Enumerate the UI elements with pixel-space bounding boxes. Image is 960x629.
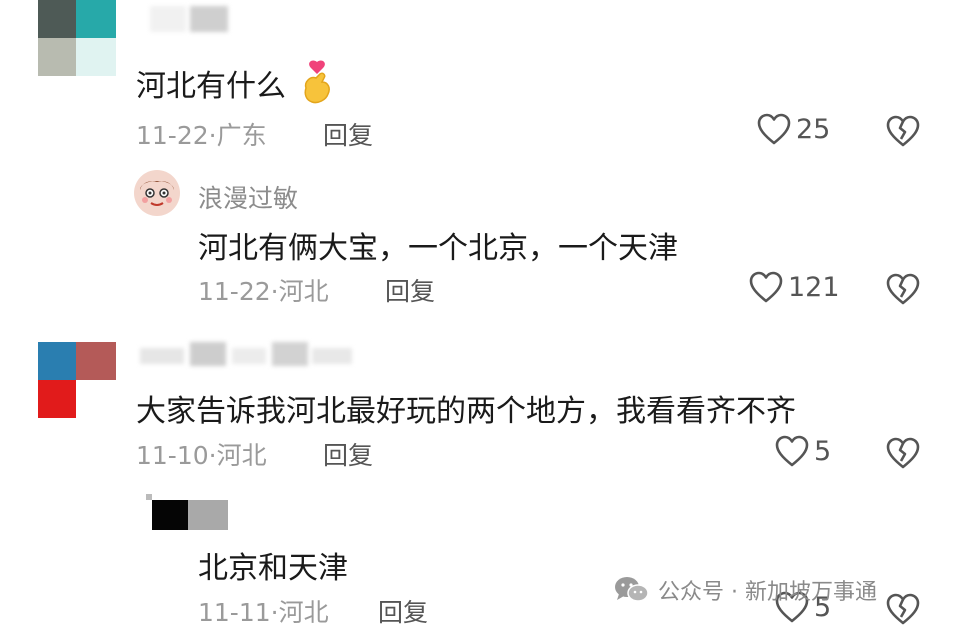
heart-outline-icon (757, 113, 791, 145)
username-redacted[interactable] (150, 6, 230, 32)
like-count: 121 (788, 271, 840, 303)
broken-heart-icon[interactable] (885, 114, 921, 148)
username-redacted[interactable] (140, 342, 360, 368)
avatar[interactable] (38, 0, 116, 76)
comment-meta: 11-11·河北 (198, 598, 329, 627)
comment-text: 大家告诉我河北最好玩的两个地方，我看看齐不齐 (136, 394, 796, 429)
like-button[interactable]: 5 (774, 434, 831, 468)
avatar[interactable] (38, 342, 116, 418)
like-count: 5 (814, 435, 832, 467)
comment-meta: 11-22·河北 (198, 277, 329, 306)
watermark-text: 公众号 · 新加坡万事通 (658, 580, 877, 605)
broken-heart-icon[interactable] (885, 272, 921, 306)
like-button[interactable]: 121 (748, 270, 840, 304)
finger-heart-emoji (304, 60, 330, 104)
avatar[interactable] (146, 494, 228, 534)
broken-heart-icon[interactable] (885, 592, 921, 626)
watermark: 公众号 · 新加坡万事通 (614, 574, 877, 606)
comment-meta: 11-10·河北 (136, 441, 267, 470)
heart-outline-icon (775, 435, 809, 467)
reply-button[interactable]: 回复 (385, 272, 435, 308)
reply-button[interactable]: 回复 (323, 436, 373, 472)
reply-button[interactable]: 回复 (378, 593, 428, 629)
comment-text: 河北有什么 (136, 60, 334, 106)
wechat-icon (615, 577, 649, 602)
comment-text: 河北有俩大宝，一个北京，一个天津 (198, 231, 678, 266)
avatar[interactable] (134, 170, 180, 216)
comment-meta: 11-22·广东 (136, 121, 267, 150)
broken-heart-icon[interactable] (885, 436, 921, 470)
comment-text: 北京和天津 (198, 551, 348, 586)
like-button[interactable]: 25 (756, 112, 830, 146)
username[interactable]: 浪漫过敏 (198, 179, 298, 215)
heart-outline-icon (749, 271, 783, 303)
reply-button[interactable]: 回复 (323, 116, 373, 152)
like-count: 25 (796, 113, 831, 145)
